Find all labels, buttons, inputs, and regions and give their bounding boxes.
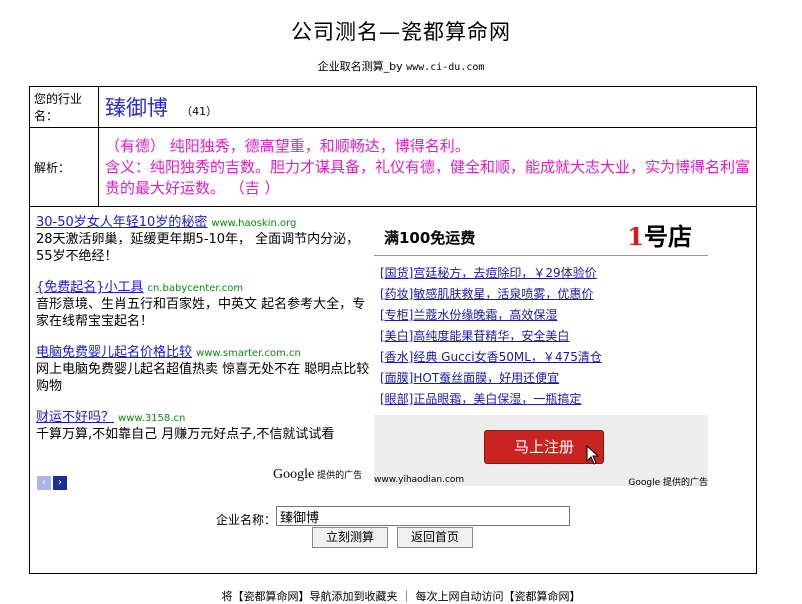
subtitle-prefix: 企业取名测算_by xyxy=(317,60,403,73)
yihaodian-banner-ad[interactable]: 满100免运费 1号店 [国货]宫廷秘方，去痘除印，￥29体验价 [药妆]敏感肌… xyxy=(374,211,708,488)
banner-url[interactable]: www.yihaodian.com xyxy=(374,475,464,485)
logo-text: 号店 xyxy=(644,222,692,251)
banner-link[interactable]: [美白]高纯度能果苷精华，安全美白 xyxy=(380,326,660,347)
banner-link[interactable]: [专柜]兰蔻水份缘晚霜，高效保湿 xyxy=(380,305,660,326)
ad-domain[interactable]: www.haoskin.org xyxy=(211,218,296,229)
stroke-count: （41） xyxy=(181,105,218,118)
company-name-label: 企业名称： xyxy=(216,513,277,527)
company-name: 臻御博 xyxy=(105,96,168,120)
text-ad: {免费起名}小工具 cn.babycenter.com 音形意境、生肖五行和百家姓… xyxy=(36,276,371,330)
text-ad: 财运不好吗？ www.3158.cn 千算万算,不如靠自己 月赚万元好点子,不信就… xyxy=(36,406,371,443)
google-ads-credit[interactable]: Google 提供的广告 xyxy=(273,467,362,483)
ad-domain[interactable]: www.3158.cn xyxy=(118,413,185,424)
text-ad: 电脑免费婴儿起名价格比较 www.smarter.com.cn 网上电脑免费婴儿起… xyxy=(36,341,371,395)
ad-description: 音形意境、生肖五行和百家姓，中英文 起名参考大全，专家在线帮宝宝起名！ xyxy=(36,297,366,329)
chevron-right-icon[interactable]: › xyxy=(53,476,67,490)
google-logo: Google xyxy=(273,467,315,482)
banner-heading: 满100免运费 xyxy=(384,229,476,247)
text-ad: 30-50岁女人年轻10岁的秘密 www.haoskin.org 28天激活卵巢，… xyxy=(36,211,371,265)
ad-description: 千算万算,不如靠自己 月赚万元好点子,不信就试试看 xyxy=(36,427,335,442)
ad-title-link[interactable]: 电脑免费婴儿起名价格比较 xyxy=(36,345,192,360)
analysis-text: （有德） 纯阳独秀，德高望重，和顺畅达，博得名利。 含义：纯阳独秀的吉数。胆力才… xyxy=(98,127,757,207)
banner-link[interactable]: [国货]宫廷秘方，去痘除印，￥29体验价 xyxy=(380,263,660,284)
banner-header: 满100免运费 1号店 xyxy=(374,211,708,256)
calculate-button[interactable]: 立刻测算 xyxy=(312,527,388,548)
analysis-line-1: （有德） 纯阳独秀，德高望重，和顺畅达，博得名利。 xyxy=(105,136,470,155)
subtitle-domain: www.ci-du.com xyxy=(406,62,485,73)
name-label: 您的行业名： xyxy=(29,86,99,128)
ad-domain[interactable]: cn.babycenter.com xyxy=(148,283,244,294)
home-button[interactable]: 返回首页 xyxy=(397,527,473,548)
page-title: 公司测名—瓷都算命网 xyxy=(291,20,511,44)
google-credit-text: 提供的广告 xyxy=(317,471,363,481)
result-table: 您的行业名： 臻御博 （41） 解析： （有德） 纯阳独秀，德高望重，和顺畅达，… xyxy=(29,86,757,207)
name-cell: 臻御博 （41） xyxy=(98,86,757,128)
analysis-label: 解析： xyxy=(29,127,99,207)
logo-number: 1 xyxy=(627,222,644,251)
banner-link-list: [国货]宫廷秘方，去痘除印，￥29体验价 [药妆]敏感肌肤救星，活泉喷雾，优惠价… xyxy=(380,263,660,410)
ad-description: 网上电脑免费婴儿起名超值热卖 惊喜无处不在 聪明点比较购物 xyxy=(36,362,370,394)
ad-pager: ‹ › xyxy=(37,470,69,490)
banner-link[interactable]: [香水]经典 Gucci女香50ML，￥475清仓 xyxy=(380,347,660,368)
cursor-icon xyxy=(586,445,600,465)
yihaodian-logo: 1号店 xyxy=(627,217,692,252)
chevron-left-icon[interactable]: ‹ xyxy=(37,476,51,490)
banner-link[interactable]: [药妆]敏感肌肤救星，活泉喷雾，优惠价 xyxy=(380,284,660,305)
page-subtitle: 企业取名测算_by www.ci-du.com xyxy=(0,58,802,74)
ad-title-link[interactable]: {免费起名}小工具 xyxy=(36,280,144,295)
banner-link[interactable]: [面膜]HOT蚕丝面膜，好用还便宜 xyxy=(380,368,660,389)
banner-google-credit[interactable]: Google 提供的广告 xyxy=(628,475,708,488)
ad-title-link[interactable]: 30-50岁女人年轻10岁的秘密 xyxy=(36,215,207,230)
banner-link[interactable]: [眼部]正品眼霜，美白保湿，一瓶搞定 xyxy=(380,389,660,410)
ad-domain[interactable]: www.smarter.com.cn xyxy=(196,348,301,359)
analysis-line-2: 含义：纯阳独秀的吉数。胆力才谋具备，礼仪有德，健全和顺，能成就大志大业，实为博得… xyxy=(105,157,751,197)
company-name-input[interactable] xyxy=(276,506,570,526)
ad-title-link[interactable]: 财运不好吗？ xyxy=(36,410,114,425)
text-ads: 30-50岁女人年轻10岁的秘密 www.haoskin.org 28天激活卵巢，… xyxy=(36,211,371,454)
ad-description: 28天激活卵巢，延缓更年期5-10年， 全面调节内分泌，55岁不绝经！ xyxy=(36,232,360,264)
footer-links[interactable]: 将【瓷都算命网】导航添加到收藏夹 ｜ 每次上网自动访问【瓷都算命网】 xyxy=(0,588,802,604)
